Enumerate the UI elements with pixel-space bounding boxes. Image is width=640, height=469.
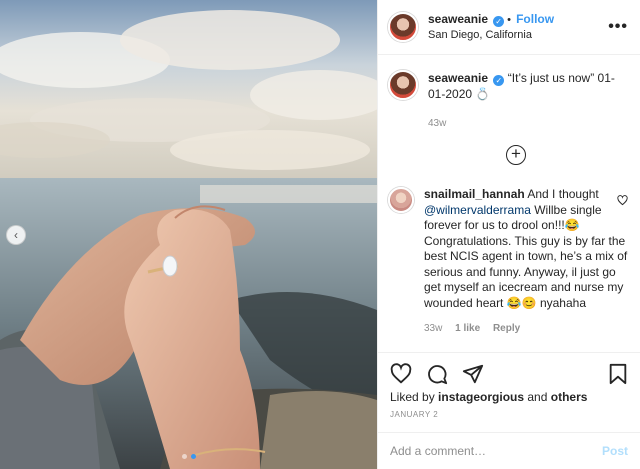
comment-text-before: And I thought — [524, 187, 599, 201]
post-caption: seaweanie ✓ “It’s just us now” 01-01-202… — [388, 70, 630, 132]
caption-username[interactable]: seaweanie — [428, 71, 488, 85]
post-date[interactable]: JANUARY 2 — [390, 410, 438, 419]
save-bookmark-icon[interactable] — [608, 363, 628, 385]
add-comment-input[interactable] — [390, 444, 602, 458]
verified-badge-icon: ✓ — [493, 75, 505, 86]
verified-badge-icon: ✓ — [493, 15, 505, 27]
share-paper-plane-icon[interactable] — [462, 363, 484, 385]
commenter-avatar[interactable] — [388, 187, 414, 213]
liked-by-user-link[interactable]: instageorgious — [438, 390, 524, 404]
carousel-prev-button[interactable]: ‹ — [6, 225, 26, 245]
comment-timestamp[interactable]: 33w — [424, 323, 442, 334]
like-heart-icon[interactable] — [390, 363, 412, 385]
carousel-indicator — [181, 454, 196, 459]
carousel-dot — [181, 454, 187, 459]
follow-separator: • — [507, 13, 512, 26]
follow-button[interactable]: Follow — [516, 12, 554, 26]
liked-by-others-link[interactable]: others — [551, 390, 588, 404]
comment-bubble-icon[interactable] — [426, 363, 448, 385]
post-photo[interactable]: ‹ — [0, 0, 377, 469]
post-header: seaweanie ✓ • Follow San Diego, Californ… — [378, 0, 640, 55]
chevron-left-icon: ‹ — [14, 228, 18, 242]
comment-item: snailmail_hannah And I thought @wilmerva… — [388, 187, 630, 337]
caption-timestamp[interactable]: 43w — [428, 116, 630, 132]
author-avatar[interactable] — [388, 12, 418, 42]
post-image — [0, 0, 377, 469]
post-location[interactable]: San Diego, California — [428, 28, 554, 43]
carousel-dot-active — [190, 454, 196, 459]
comment-like-heart-icon[interactable] — [617, 195, 628, 206]
load-more-comments-button[interactable]: + — [506, 145, 526, 165]
comment-text-after: Willbe single forever for us to drool on… — [424, 202, 628, 310]
comment-like-count[interactable]: 1 like — [455, 323, 480, 334]
post-actions: Liked by instageorgious and others JANUA… — [378, 352, 640, 432]
comment-mention-link[interactable]: @wilmervalderrama — [424, 203, 531, 217]
caption-avatar[interactable] — [388, 70, 418, 100]
post-comment-button[interactable]: Post — [602, 444, 628, 458]
commenter-username[interactable]: snailmail_hannah — [424, 187, 525, 201]
author-username[interactable]: seaweanie — [428, 12, 488, 26]
add-comment-bar: Post — [378, 432, 640, 469]
comment-reply-button[interactable]: Reply — [493, 323, 520, 334]
post-detail-panel: seaweanie ✓ • Follow San Diego, Californ… — [377, 0, 640, 469]
liked-by-middle: and — [524, 390, 551, 404]
more-options-icon[interactable]: ••• — [608, 18, 628, 36]
liked-by-prefix: Liked by — [390, 390, 439, 404]
liked-by-summary: Liked by instageorgious and others — [390, 390, 587, 404]
